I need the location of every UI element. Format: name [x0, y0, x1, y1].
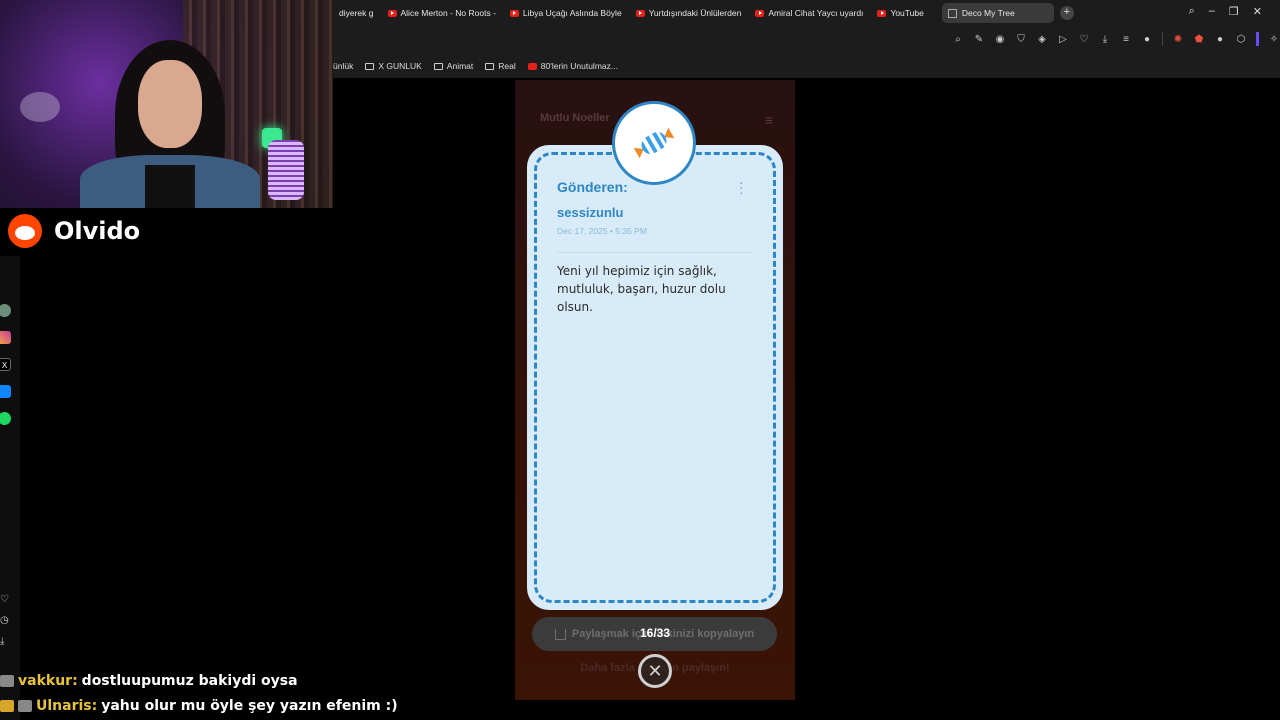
- tracker-icon[interactable]: ◈: [1036, 34, 1048, 45]
- folder-icon: [433, 62, 443, 70]
- ai-icon[interactable]: ✧: [1268, 34, 1280, 45]
- download-icon[interactable]: ⤓: [1099, 34, 1111, 45]
- tab-0[interactable]: diyerek g: [333, 3, 382, 23]
- badge-icon: [0, 674, 14, 687]
- stream-chat: vakkur: dostluupumuz bakiydi oysa Ulnari…: [0, 668, 520, 718]
- toolbar-divider: [1162, 32, 1163, 46]
- crown-badge-icon: [0, 699, 14, 712]
- left-sidebar: [0, 256, 20, 720]
- play-icon[interactable]: ▷: [1057, 34, 1069, 45]
- candy-icon: [612, 101, 696, 185]
- bookmark-folder[interactable]: X GUNLUK: [365, 61, 422, 71]
- from-label: Gönderen:: [557, 179, 628, 195]
- tab-5[interactable]: YouTube: [871, 3, 931, 23]
- search-tabs-icon[interactable]: ⌕: [1189, 5, 1195, 18]
- microphone: [268, 140, 304, 200]
- letter-counter: 16/33: [639, 626, 671, 640]
- zoom-icon[interactable]: ⌕: [952, 34, 964, 45]
- camera-icon[interactable]: ◉: [994, 34, 1006, 45]
- reddit-username: Olvido: [54, 217, 141, 245]
- bookmark-folder[interactable]: Real: [485, 61, 516, 71]
- sender-name: sessizunlu: [557, 205, 624, 220]
- webcam-feed: [0, 0, 333, 208]
- bookmark-folder[interactable]: Animat: [433, 61, 473, 71]
- chat-message: Ulnaris: yahu olur mu öyle şey yazın efe…: [0, 693, 520, 718]
- shield-icon[interactable]: ⛉: [1015, 34, 1027, 45]
- folder-icon: [365, 62, 375, 70]
- bookmark-0[interactable]: ünlük: [333, 61, 353, 71]
- browser-toolbar: ⌕ ✎ ◉ ⛉ ◈ ▷ ♡ ⤓ ≡ ● ✺ ⬟ ● ⬡ ✧: [333, 26, 1280, 54]
- edit-icon[interactable]: ✎: [973, 34, 985, 45]
- tab-3[interactable]: Yurtdışındaki Ünlülerden: [630, 3, 750, 23]
- youtube-icon: [527, 62, 537, 70]
- chat-username: Ulnaris:: [36, 697, 98, 714]
- x-icon[interactable]: X: [0, 358, 11, 371]
- streamer: [80, 40, 260, 208]
- instagram-icon[interactable]: [0, 331, 11, 344]
- sidebar-indicator: [1256, 32, 1259, 46]
- page-title: Mutlu Noeller: [540, 112, 610, 124]
- divider: [557, 252, 753, 253]
- chat-message: vakkur: dostluupumuz bakiydi oysa: [0, 668, 520, 693]
- minimize-button[interactable]: –: [1209, 5, 1215, 18]
- tab-active[interactable]: Deco My Tree: [941, 3, 1054, 23]
- chat-text: yahu olur mu öyle şey yazın efenim :): [101, 697, 398, 714]
- tab-1[interactable]: Alice Merton - No Roots -: [382, 3, 504, 23]
- youtube-icon: [877, 9, 887, 17]
- tab-4[interactable]: Amiral Cihat Yaycı uyardı: [749, 3, 871, 23]
- page-icon: [947, 8, 957, 18]
- reddit-badge: Olvido: [0, 208, 150, 254]
- chat-username: vakkur:: [18, 672, 78, 689]
- letter-date: Dec 17, 2025 • 5:35 PM: [557, 226, 647, 236]
- bookmark-youtube[interactable]: 80'lerin Unutulmaz...: [527, 61, 618, 71]
- letter-message: Yeni yıl hepimiz için sağlık, mutluluk, …: [557, 264, 726, 314]
- hamburger-icon[interactable]: ≡: [765, 112, 773, 128]
- heart-icon[interactable]: ♡: [0, 594, 9, 605]
- chat-text: dostluupumuz bakiydi oysa: [81, 672, 298, 689]
- youtube-icon: [755, 9, 765, 17]
- brave-icon[interactable]: ⬟: [1193, 34, 1205, 45]
- tab-2[interactable]: Libya Uçağı Aslında Böyle: [504, 3, 630, 23]
- profile-icon[interactable]: ●: [1141, 34, 1153, 45]
- heart-icon[interactable]: ♡: [1078, 34, 1090, 45]
- history-icon[interactable]: ◷: [0, 615, 9, 626]
- share-icon: [554, 628, 566, 640]
- extension-icon[interactable]: ●: [1214, 34, 1226, 45]
- more-options-icon[interactable]: · · ·: [739, 175, 744, 199]
- new-tab-button[interactable]: +: [1059, 6, 1074, 20]
- extension-icon[interactable]: ✺: [1172, 34, 1184, 45]
- youtube-icon: [635, 9, 645, 17]
- youtube-icon: [509, 9, 519, 17]
- tab-bar: diyerek g Alice Merton - No Roots - Liby…: [333, 0, 1280, 26]
- reddit-icon: [8, 214, 42, 248]
- restore-button[interactable]: ❐: [1229, 5, 1239, 18]
- folder-icon: [485, 62, 495, 70]
- close-button[interactable]: ✕: [638, 654, 672, 688]
- badge-icon: [18, 699, 32, 712]
- bookmarks-bar: ünlük X GUNLUK Animat Real 80'lerin Unut…: [333, 54, 1280, 78]
- menu-icon[interactable]: ≡: [1120, 34, 1132, 45]
- youtube-icon: [387, 9, 397, 17]
- close-window-button[interactable]: ✕: [1253, 5, 1262, 18]
- bluesky-icon[interactable]: [0, 385, 11, 398]
- download-icon[interactable]: ⤓: [0, 636, 4, 647]
- puzzle-icon[interactable]: ⬡: [1235, 34, 1247, 45]
- desk-lamp: [20, 92, 60, 122]
